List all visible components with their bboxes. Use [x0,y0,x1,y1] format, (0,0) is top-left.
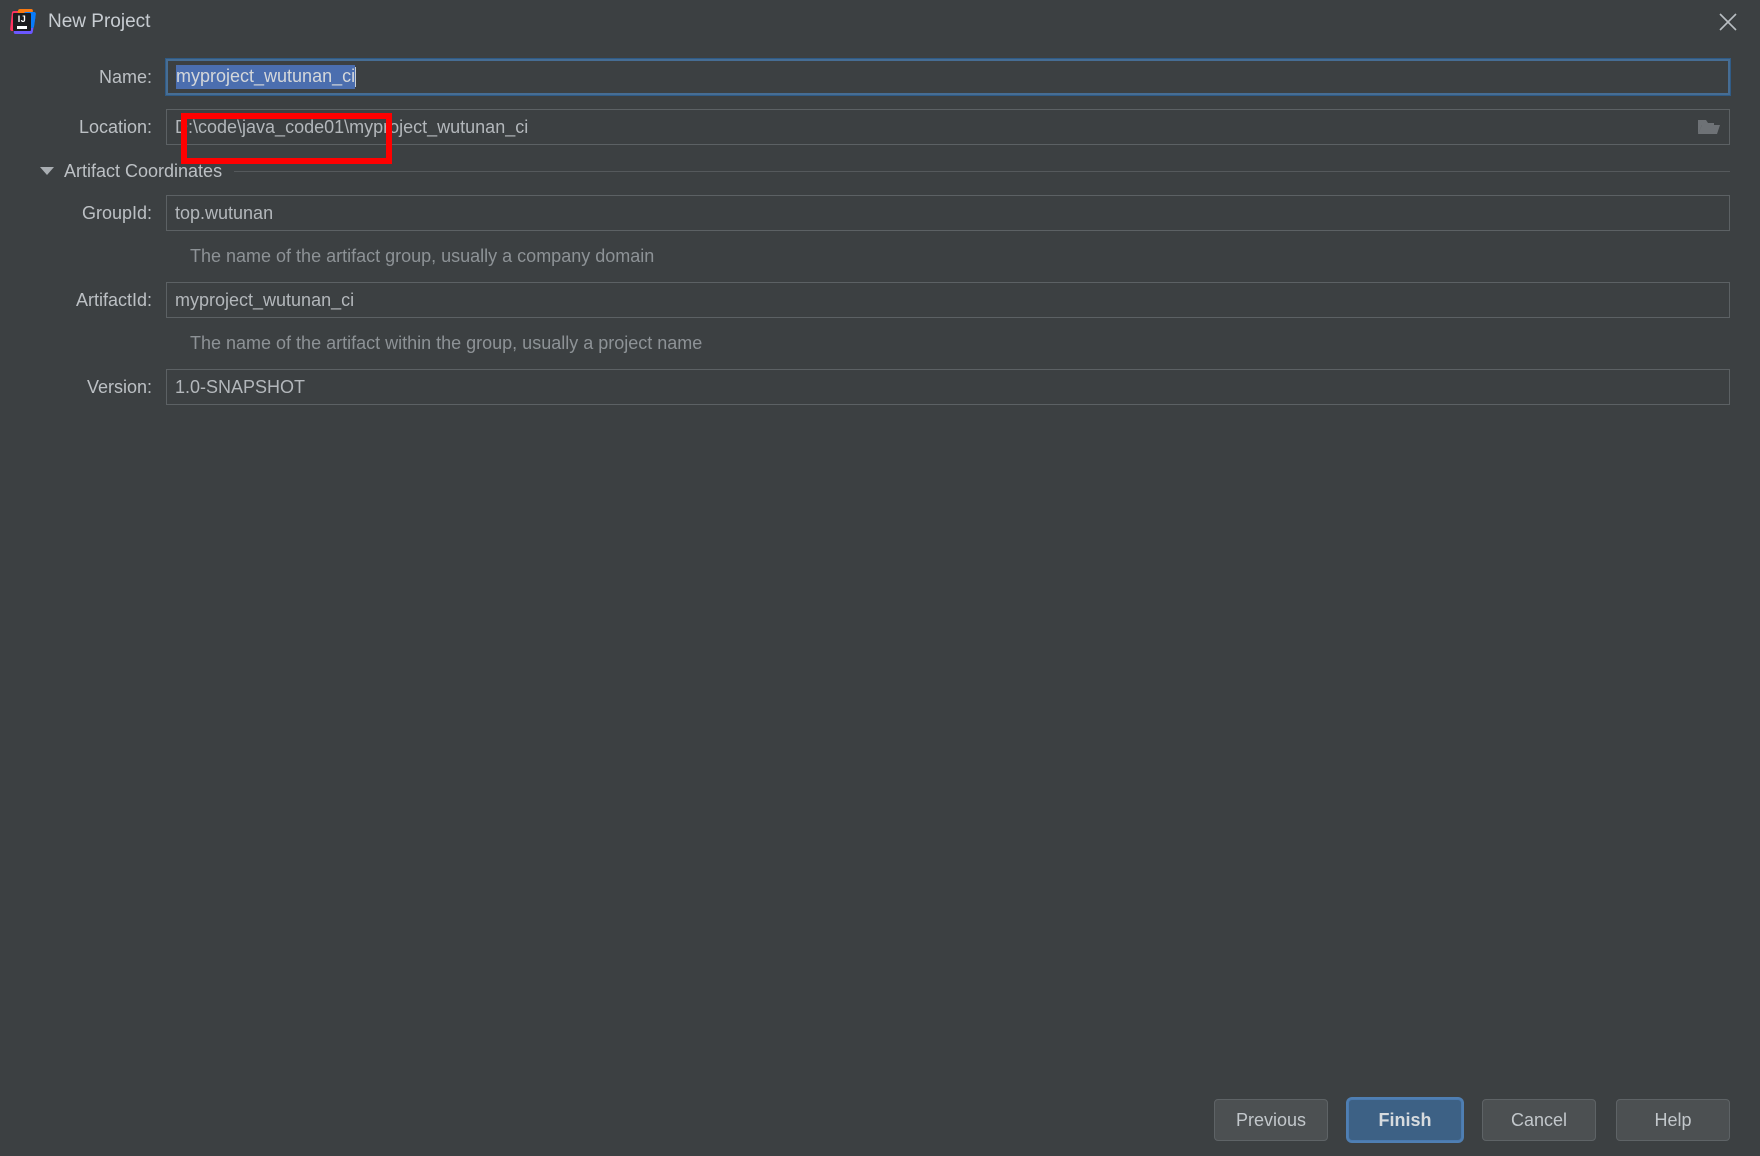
version-label: Version: [86,376,152,397]
name-label: Name: [98,66,152,87]
finish-button[interactable]: Finish [1348,1099,1462,1141]
artifact-id-label: ArtifactId: [75,289,152,310]
folder-icon[interactable] [1695,114,1723,140]
version-input-value: 1.0-SNAPSHOT [175,376,306,397]
chevron-down-icon[interactable] [40,167,54,175]
artifact-coordinates-label: Artifact Coordinates [64,160,223,181]
version-row: Version: 1.0-SNAPSHOT [0,369,1760,405]
name-input-value: myproject_wutunan_ci [176,65,356,89]
artifact-id-hint: The name of the artifact within the grou… [190,333,703,353]
version-input[interactable]: 1.0-SNAPSHOT [166,369,1730,405]
location-input[interactable]: D:\code\java_code01\myproject_wutunan_ci [166,109,1730,145]
close-icon [1717,11,1739,33]
artifact-coordinates-section-header[interactable]: Artifact Coordinates [0,156,1760,186]
dialog-button-row: Previous Finish Cancel Help [0,1084,1760,1156]
group-id-input[interactable]: top.wutunan [166,195,1730,231]
title-bar: IJ New Project [0,0,1760,44]
artifact-id-input-value: myproject_wutunan_ci [175,289,355,310]
group-id-hint: The name of the artifact group, usually … [190,246,655,266]
group-id-label: GroupId: [81,202,152,223]
location-row: Location: D:\code\java_code01\myproject_… [0,109,1760,145]
name-input[interactable]: myproject_wutunan_ci [165,58,1731,96]
artifact-id-input[interactable]: myproject_wutunan_ci [166,282,1730,318]
previous-button[interactable]: Previous [1214,1099,1328,1141]
group-id-row: GroupId: top.wutunan [0,195,1760,231]
location-label: Location: [78,116,152,137]
close-button[interactable] [1696,0,1760,44]
cancel-button[interactable]: Cancel [1482,1099,1596,1141]
help-button[interactable]: Help [1616,1099,1730,1141]
text-caret [355,67,357,87]
name-row: Name: myproject_wutunan_ci [0,58,1760,96]
artifact-id-row: ArtifactId: myproject_wutunan_ci [0,282,1760,318]
location-input-value: D:\code\java_code01\myproject_wutunan_ci [175,116,529,137]
section-divider [234,170,1730,172]
window-title: New Project [48,11,151,32]
group-id-input-value: top.wutunan [175,202,274,223]
intellij-idea-logo-icon: IJ [9,9,37,35]
